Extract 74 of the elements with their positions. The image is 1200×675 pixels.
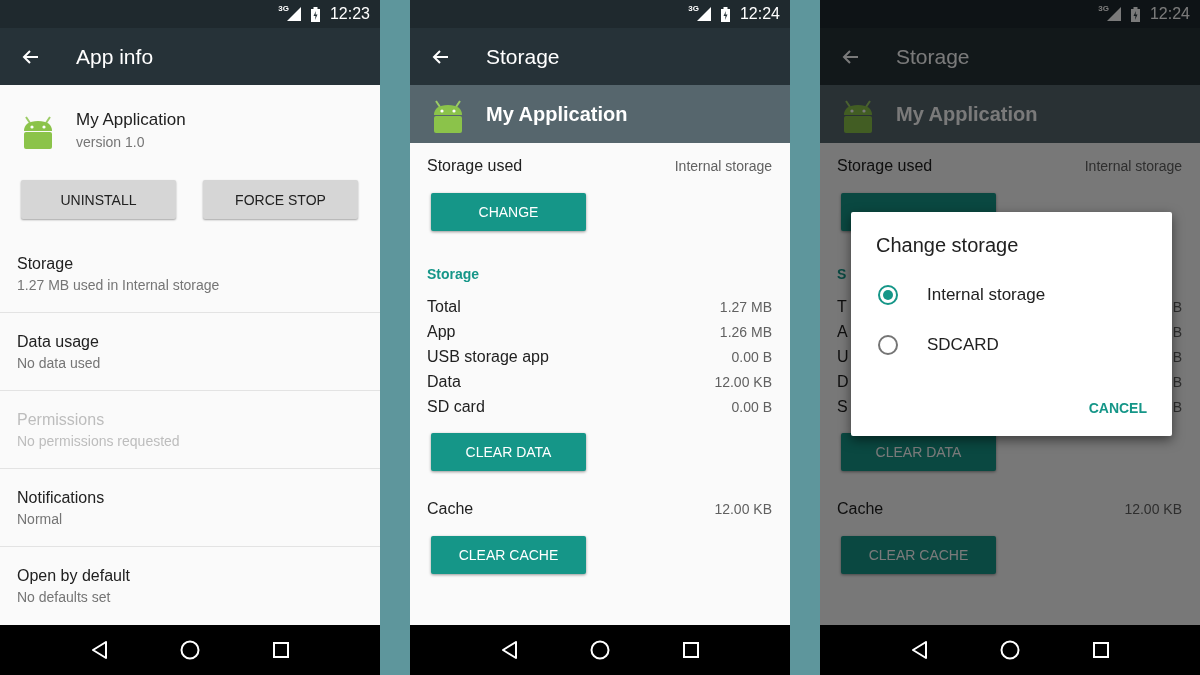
storage-location: Internal storage (674, 158, 772, 174)
home-icon[interactable] (180, 640, 201, 660)
storage-value: B (1172, 348, 1182, 365)
storage-value: 0.00 B (731, 398, 772, 415)
back-arrow-icon (842, 48, 859, 65)
option-label[interactable]: Internal storage (927, 285, 1046, 305)
clear-data-button[interactable]: CLEAR DATA (431, 433, 586, 471)
home-icon[interactable] (590, 640, 611, 660)
cache-label: Cache (837, 500, 884, 518)
cache-label: Cache (427, 500, 474, 518)
storage-value: 0.00 B (731, 348, 772, 365)
storage-used-label: Storage used (837, 157, 933, 175)
storage-value: 12.00 KB (714, 373, 772, 390)
back-icon[interactable] (501, 641, 519, 659)
storage-location: Internal storage (1084, 158, 1182, 174)
back-arrow-icon (432, 48, 449, 65)
back-arrow-icon (22, 48, 39, 65)
battery-icon (720, 6, 730, 22)
recents-icon[interactable] (272, 642, 289, 658)
settings-item: Permissions No permissions requested (0, 391, 380, 469)
dialog-title: Change storage (875, 234, 1020, 258)
recents-icon[interactable] (682, 642, 699, 658)
section-label: S (837, 266, 848, 282)
home-icon[interactable] (1000, 640, 1021, 660)
option-label[interactable]: SDCARD (927, 335, 999, 355)
app-name: My Application (76, 109, 186, 130)
storage-value: 1.26 MB (719, 323, 772, 340)
storage-label: USB storage app (427, 347, 549, 366)
storage-value: B (1172, 373, 1182, 390)
clock: 12:24 (1149, 5, 1190, 23)
clock: 12:24 (739, 5, 780, 23)
recents-icon[interactable] (1092, 642, 1109, 658)
screen-title: Storage (486, 44, 560, 69)
storage-label: D (837, 372, 849, 391)
screen-title: App info (76, 44, 154, 69)
radio-button[interactable] (878, 285, 898, 305)
app-version: version 1.0 (76, 133, 146, 150)
cache-value: 12.00 KB (1124, 501, 1182, 517)
section-label: Storage (427, 266, 481, 282)
storage-label: A (837, 322, 848, 341)
network-label: 3G (688, 4, 699, 13)
radio-button[interactable] (878, 335, 898, 355)
back-icon[interactable] (911, 641, 929, 659)
network-label: 3G (278, 4, 289, 13)
storage-label: S (837, 397, 848, 416)
storage-value: B (1172, 298, 1182, 315)
storage-label: App (427, 322, 456, 341)
storage-label: SD card (427, 397, 485, 416)
storage-used-label: Storage used (427, 157, 523, 175)
app-header: My Application (820, 85, 1200, 143)
settings-item[interactable]: Storage 1.27 MB used in Internal storage (0, 235, 380, 313)
storage-label: T (837, 297, 847, 316)
storage-value: B (1172, 398, 1182, 415)
storage-label: U (837, 347, 849, 366)
action-button[interactable]: UNINSTALL (21, 180, 176, 219)
cancel-button[interactable]: CANCEL (1088, 396, 1147, 420)
storage-value: 1.27 MB (719, 298, 772, 315)
network-label: 3G (1098, 4, 1109, 13)
clear-cache-button[interactable]: CLEAR CACHE (431, 536, 586, 574)
storage-label: Total (427, 297, 461, 316)
clock: 12:23 (329, 5, 370, 23)
battery-icon (1130, 6, 1140, 22)
storage-value: B (1172, 323, 1182, 340)
settings-item[interactable]: Notifications Normal (0, 469, 380, 547)
settings-item[interactable]: Data usage No data used (0, 313, 380, 391)
storage-label: Data (427, 372, 461, 391)
action-button[interactable]: FORCE STOP (203, 180, 358, 219)
screen-title: Storage (896, 44, 970, 69)
settings-item[interactable]: Open by default No defaults set (0, 547, 380, 625)
app-header: My Application (410, 85, 790, 143)
change-button[interactable]: CHANGE (431, 193, 586, 231)
cache-value: 12.00 KB (714, 501, 772, 517)
battery-icon (310, 6, 320, 22)
back-icon[interactable] (91, 641, 109, 659)
